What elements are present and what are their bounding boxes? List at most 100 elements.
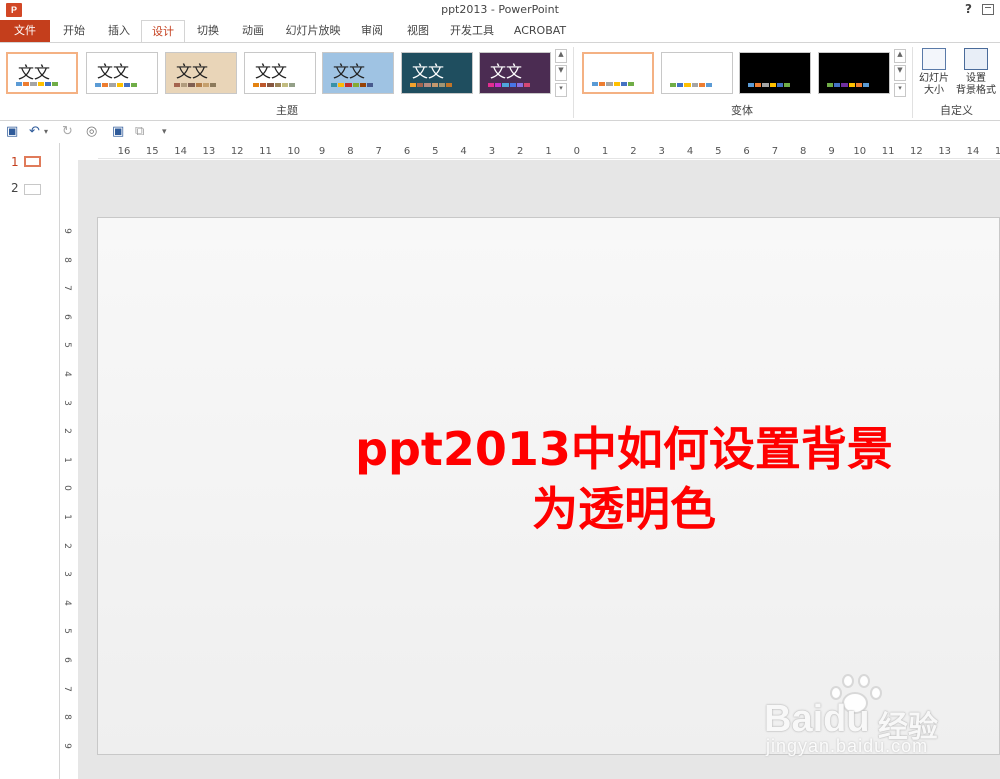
group-divider	[912, 47, 913, 118]
ruler-tick-label: 2	[630, 146, 637, 157]
theme-color-swatches	[253, 83, 296, 87]
start-slideshow-icon[interactable]: ◎	[86, 124, 97, 139]
ruler-tick-label: 13	[938, 146, 952, 157]
tab-insert[interactable]: 插入	[97, 20, 141, 42]
variant-thumbnail[interactable]	[582, 52, 654, 94]
theme-color-swatches	[331, 83, 374, 87]
tab-home[interactable]: 开始	[52, 20, 96, 42]
redo-icon[interactable]: ↻	[62, 124, 73, 139]
gallery-scroll-down-icon[interactable]: ▼	[555, 65, 567, 81]
ruler-tick-label: 16	[117, 146, 131, 157]
variant-thumbnail[interactable]	[661, 52, 733, 94]
save-as-icon[interactable]: ▣	[112, 124, 124, 139]
window-title: ppt2013 - PowerPoint	[441, 3, 559, 16]
variant-thumbnail[interactable]	[739, 52, 811, 94]
ruler-tick-label: 7	[771, 146, 779, 157]
ruler-tick-label: 9	[61, 228, 72, 234]
ruler-tick-label: 1	[61, 514, 72, 520]
ruler-tick-label: 1	[601, 146, 609, 157]
tab-review[interactable]: 审阅	[350, 20, 394, 42]
ruler-tick-label: 6	[743, 146, 750, 157]
help-button[interactable]: ?	[965, 2, 972, 16]
gallery-scroll-up-icon[interactable]: ▲	[555, 49, 567, 63]
theme-color-swatches	[16, 82, 59, 86]
theme-color-swatches	[410, 83, 453, 87]
ruler-tick-label: 13	[202, 146, 216, 157]
theme-thumbnail[interactable]: 文文	[165, 52, 237, 94]
tab-acrobat[interactable]: ACROBAT	[508, 20, 572, 42]
variants-scroll-down-icon[interactable]: ▼	[894, 65, 906, 81]
theme-preview-text: 文文	[97, 62, 130, 81]
tab-slideshow[interactable]: 幻灯片放映	[280, 20, 346, 42]
ruler-tick-label: 2	[61, 542, 72, 549]
ruler-tick-label: 1	[545, 146, 552, 157]
ruler-tick-label: 5	[432, 146, 439, 157]
tab-design[interactable]: 设计	[141, 20, 185, 43]
tab-animations[interactable]: 动画	[231, 20, 275, 42]
format-background-button[interactable]: 设置 背景格式	[954, 48, 998, 97]
variant-thumbnail[interactable]	[818, 52, 890, 94]
slide-number: 2	[11, 181, 19, 195]
theme-preview-text: 文文	[490, 62, 523, 81]
ruler-tick-label: 4	[61, 599, 72, 606]
customize-qat-icon[interactable]: ▾	[162, 127, 167, 137]
ruler-tick-label: 14	[966, 146, 980, 157]
ruler-tick-label: 5	[715, 146, 722, 157]
vertical-ruler: 9 8 7 6 5 4 3 2 1 0 1 2 3 4 5 6 7 8 9	[61, 218, 77, 750]
tab-view[interactable]: 视图	[396, 20, 440, 42]
tab-transitions[interactable]: 切换	[186, 20, 230, 42]
theme-thumbnail[interactable]: 文文	[401, 52, 473, 94]
ruler-tick-label: 6	[61, 657, 72, 663]
theme-thumbnail[interactable]: 文文	[322, 52, 394, 94]
ruler-tick-label: 15	[994, 146, 1000, 157]
theme-preview-text: 文文	[255, 62, 288, 81]
ruler-tick-label: 4	[686, 146, 694, 157]
quick-access-toolbar: ▣ ↶ ▾ ↻ ◎ ▣ ⧉ ▾	[0, 121, 1000, 143]
ruler-tick-label: 5	[61, 342, 72, 349]
gallery-more-icon[interactable]: ▾	[555, 83, 567, 97]
ribbon-design: 文文 文文 文文 文文 文文 文文 文文 ▲ ▼ ▾ 主题 ▲ ▼ ▾ 变体 幻灯片 大小 …	[0, 42, 1000, 121]
ribbon-display-options-icon[interactable]	[982, 4, 994, 15]
ribbon-tab-bar: 文件 开始 插入 设计 切换 动画 幻灯片放映 审阅 视图 开发工具 ACROB…	[0, 20, 1000, 43]
variants-more-icon[interactable]: ▾	[894, 83, 906, 97]
slide-number: 1	[11, 155, 19, 169]
undo-icon[interactable]: ↶	[29, 124, 40, 139]
theme-color-swatches	[488, 83, 531, 87]
tab-file[interactable]: 文件	[0, 20, 50, 42]
theme-thumbnail[interactable]: 文文	[6, 52, 78, 94]
theme-color-swatches	[174, 83, 217, 87]
slide-thumbnail[interactable]	[24, 156, 41, 167]
undo-dropdown-icon[interactable]: ▾	[44, 127, 48, 136]
ruler-tick-label: 3	[488, 146, 496, 157]
slide-thumbnail[interactable]	[24, 184, 41, 195]
ruler-tick-label: 12	[230, 146, 244, 157]
tab-developer[interactable]: 开发工具	[442, 20, 502, 42]
ruler-tick-label: 10	[853, 146, 867, 157]
baidu-jingyan-watermark: Baidu 经验 jingyan.baidu.com	[760, 672, 996, 762]
variants-scroll-up-icon[interactable]: ▲	[894, 49, 906, 63]
ruler-tick-label: 14	[174, 146, 187, 157]
variant-color-swatches	[592, 82, 635, 86]
slide-title-text[interactable]: ppt2013中如何设置背景为透明色	[343, 419, 905, 539]
format-background-icon	[964, 48, 988, 70]
slide-size-button[interactable]: 幻灯片 大小	[916, 48, 952, 97]
ruler-tick-label: 10	[287, 146, 301, 157]
ruler-tick-label: 9	[61, 742, 72, 749]
ruler-tick-label: 7	[375, 146, 382, 157]
ruler-tick-label: 3	[658, 146, 665, 157]
ruler-tick-label: 8	[347, 146, 354, 157]
ruler-tick-label: 3	[61, 399, 72, 406]
save-icon[interactable]: ▣	[6, 124, 18, 139]
ruler-tick-label: 0	[61, 485, 72, 492]
ruler-tick-label: 1	[61, 456, 72, 463]
copy-icon[interactable]: ⧉	[135, 124, 144, 139]
ruler-tick-label: 3	[61, 571, 72, 578]
theme-thumbnail[interactable]: 文文	[479, 52, 551, 94]
title-bar: P ppt2013 - PowerPoint ?	[0, 0, 1000, 20]
theme-thumbnail[interactable]: 文文	[244, 52, 316, 94]
ruler-tick-label: 4	[460, 146, 467, 157]
ruler-tick-label: 8	[61, 714, 72, 721]
theme-color-swatches	[95, 83, 138, 87]
ruler-tick-label: 6	[403, 146, 411, 157]
theme-thumbnail[interactable]: 文文	[86, 52, 158, 94]
